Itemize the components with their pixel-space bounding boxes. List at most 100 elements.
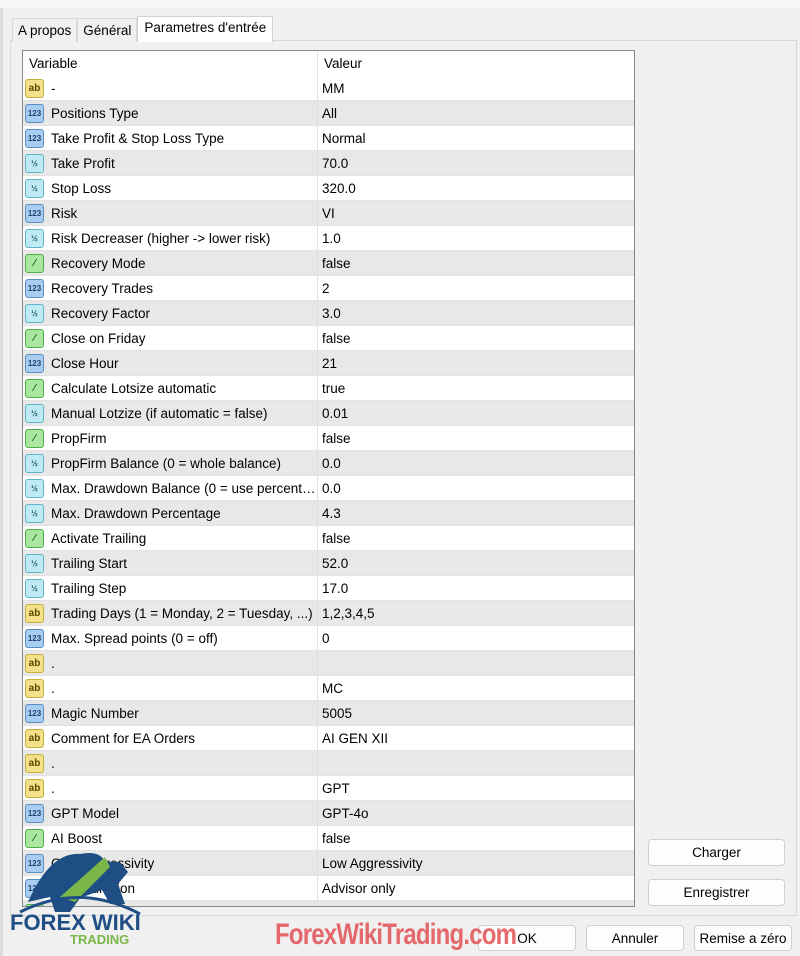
table-row[interactable]: ½ Trailing Step 17.0	[23, 576, 634, 601]
value-cell[interactable]: 3.0	[318, 301, 634, 325]
value-cell[interactable]: 5005	[318, 701, 634, 725]
table-row[interactable]: ⁄ Recovery Mode false	[23, 251, 634, 276]
value-cell[interactable]: 21	[318, 351, 634, 375]
value-cell[interactable]: 17.0	[318, 576, 634, 600]
value-text: 5005	[322, 705, 353, 721]
table-row[interactable]: ½ Max. Drawdown Percentage 4.3	[23, 501, 634, 526]
left-edge	[0, 8, 3, 956]
table-row[interactable]: ½ Stop Loss 320.0	[23, 176, 634, 201]
double-type-icon: ½	[25, 503, 44, 523]
variable-label: Positions Type	[51, 105, 139, 121]
table-row[interactable]: ab.	[23, 651, 634, 676]
table-row[interactable]: 123 GPT Model GPT-4o	[23, 801, 634, 826]
table-row[interactable]: 123 Magic Number 5005	[23, 701, 634, 726]
double-type-icon: ½	[25, 178, 44, 198]
value-text: 0.01	[322, 405, 349, 421]
value-cell[interactable]	[318, 751, 634, 775]
integer-type-icon: 123	[25, 353, 44, 373]
value-cell[interactable]: false	[318, 526, 634, 550]
table-row[interactable]: 123 Positions Type All	[23, 101, 634, 126]
value-cell[interactable]: Advisor only	[318, 876, 634, 900]
variable-label: Take Profit & Stop Loss Type	[51, 130, 225, 146]
table-row[interactable]: 123 Recovery Trades 2	[23, 276, 634, 301]
value-cell[interactable]: VI	[318, 201, 634, 225]
table-row[interactable]: ab - MM	[23, 76, 634, 101]
value-text: 0.0	[322, 455, 341, 471]
variable-label: Calculate Lotsize automatic	[51, 380, 217, 396]
variable-label: Comment for EA Orders	[51, 730, 196, 746]
value-cell[interactable]: false	[318, 251, 634, 275]
value-cell[interactable]	[318, 901, 634, 906]
variable-cell: ab Trading Days (1 = Monday, 2 = Tuesday,…	[23, 601, 318, 625]
value-cell[interactable]: 1.0	[318, 226, 634, 250]
value-text: false	[322, 330, 351, 346]
value-cell[interactable]: MC	[318, 676, 634, 700]
value-cell[interactable]: true	[318, 376, 634, 400]
table-row[interactable]: ½ Take Profit 70.0	[23, 151, 634, 176]
table-row[interactable]: 123 Take Profit & Stop Loss Type Normal	[23, 126, 634, 151]
tab-about[interactable]: A propos	[12, 18, 78, 42]
value-cell[interactable]: false	[318, 326, 634, 350]
variable-cell: 123 Take Profit & Stop Loss Type	[23, 126, 318, 150]
value-cell[interactable]: 1,2,3,4,5	[318, 601, 634, 625]
value-cell[interactable]	[318, 651, 634, 675]
double-type-icon: ½	[25, 228, 44, 248]
table-row[interactable]: ½ Max. Drawdown Balance (0 = use percenta…	[23, 476, 634, 501]
table-row[interactable]: ½ Manual Lotzize (if automatic = false) 0.…	[23, 401, 634, 426]
value-cell[interactable]: 0.0	[318, 451, 634, 475]
tab-input-parameters[interactable]: Parametres d'entrée	[137, 16, 274, 42]
table-row[interactable]: ½ Risk Decreaser (higher -> lower risk) 1.…	[23, 226, 634, 251]
variable-cell: ½ Max. Drawdown Balance (0 = use percenta…	[23, 476, 318, 500]
table-row[interactable]: ⁄ Activate Trailing false	[23, 526, 634, 551]
table-row[interactable]: ab Comment for EA Orders AI GEN XII	[23, 726, 634, 751]
forex-wiki-logo: FOREX WIKI TRADING	[10, 853, 141, 947]
table-row[interactable]: ⁄ PropFirm false	[23, 426, 634, 451]
value-cell[interactable]: 52.0	[318, 551, 634, 575]
value-cell[interactable]: 70.0	[318, 151, 634, 175]
variable-label: GPT Model	[51, 805, 120, 821]
variable-cell: ½ Max. Drawdown Percentage	[23, 501, 318, 525]
string-type-icon: ab	[25, 653, 44, 673]
table-row[interactable]: 123 Risk VI	[23, 201, 634, 226]
double-type-icon: ½	[25, 553, 44, 573]
table-row[interactable]: 123 Max. Spread points (0 = off) 0	[23, 626, 634, 651]
variable-cell: ½ Trailing Start	[23, 551, 318, 575]
table-row[interactable]: ab. GPT	[23, 776, 634, 801]
table-row[interactable]: ½ PropFirm Balance (0 = whole balance) 0.0	[23, 451, 634, 476]
table-row[interactable]: 123 Close Hour 21	[23, 351, 634, 376]
column-header-variable[interactable]: Variable	[23, 51, 318, 76]
table-row[interactable]: ½ Recovery Factor 3.0	[23, 301, 634, 326]
table-row[interactable]: ab. MC	[23, 676, 634, 701]
table-row[interactable]: ab Trading Days (1 = Monday, 2 = Tuesday,…	[23, 601, 634, 626]
table-row[interactable]: ab.	[23, 751, 634, 776]
value-cell[interactable]: MM	[318, 76, 634, 100]
column-header-value[interactable]: Valeur	[318, 51, 634, 76]
value-cell[interactable]: All	[318, 101, 634, 125]
value-cell[interactable]: 2	[318, 276, 634, 300]
tab-general[interactable]: Général	[77, 18, 138, 42]
value-cell[interactable]: AI GEN XII	[318, 726, 634, 750]
table-row[interactable]: ⁄ Close on Friday false	[23, 326, 634, 351]
value-cell[interactable]: false	[318, 826, 634, 850]
variable-label: Close on Friday	[51, 330, 146, 346]
value-cell[interactable]: 0.01	[318, 401, 634, 425]
string-type-icon: ab	[25, 778, 44, 798]
value-cell[interactable]: GPT-4o	[318, 801, 634, 825]
parameters-grid: Variable Valeur ab - MM 123 Positions Type Al…	[22, 50, 635, 907]
table-row[interactable]: ⁄ Calculate Lotsize automatic true	[23, 376, 634, 401]
cancel-button[interactable]: Annuler	[586, 925, 684, 951]
value-cell[interactable]: Low Aggressivity	[318, 851, 634, 875]
double-type-icon: ½	[25, 153, 44, 173]
value-cell[interactable]: false	[318, 426, 634, 450]
value-cell[interactable]: 0	[318, 626, 634, 650]
value-cell[interactable]: 0.0	[318, 476, 634, 500]
value-cell[interactable]: 4.3	[318, 501, 634, 525]
table-row[interactable]: ½ Trailing Start 52.0	[23, 551, 634, 576]
save-button[interactable]: Enregistrer	[648, 879, 785, 906]
variable-label: Close Hour	[51, 355, 119, 371]
value-cell[interactable]: 320.0	[318, 176, 634, 200]
load-button[interactable]: Charger	[648, 839, 785, 866]
value-cell[interactable]: GPT	[318, 776, 634, 800]
reset-button[interactable]: Remise a zéro	[694, 925, 792, 951]
value-cell[interactable]: Normal	[318, 126, 634, 150]
